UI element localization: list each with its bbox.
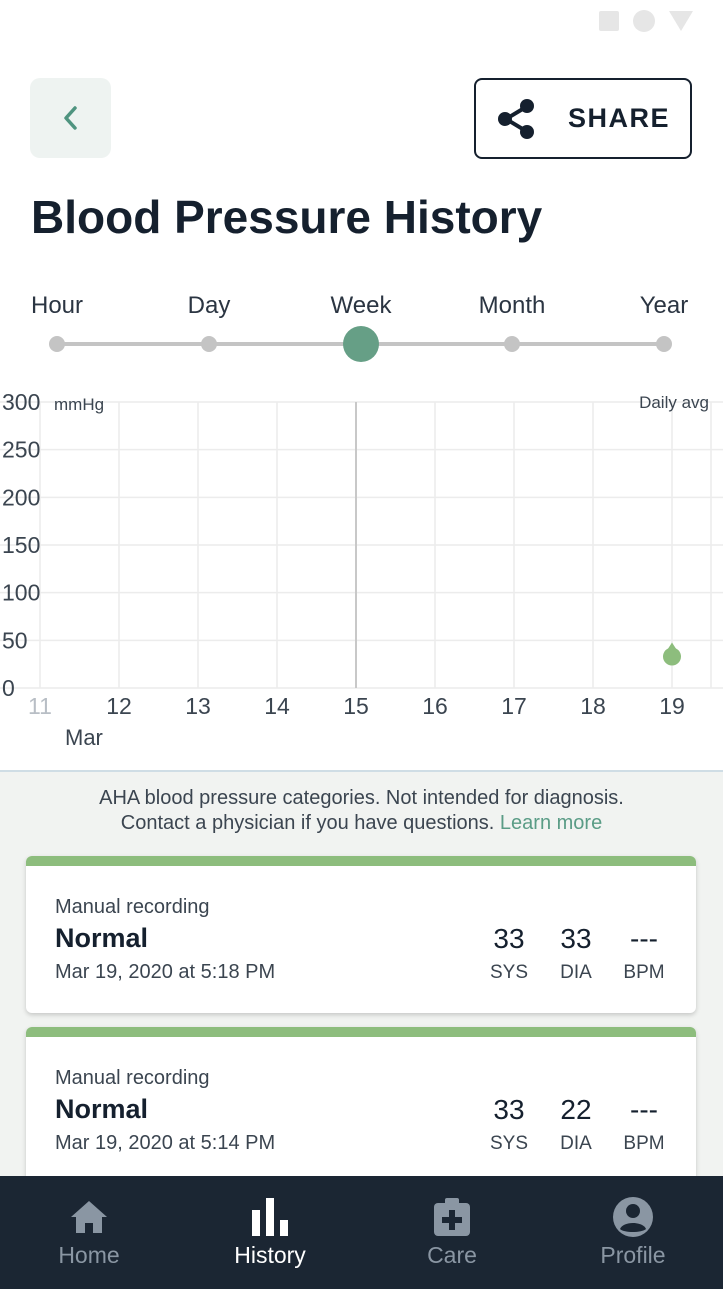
bpm-label: BPM <box>623 1133 665 1154</box>
bp-chart: 300 250 200 150 100 50 0 11 12 13 14 15 16 17 18 19 mm… <box>0 389 723 750</box>
nav-label-care: Care <box>427 1242 477 1268</box>
chart-grid <box>0 401 723 689</box>
y-tick-label: 50 <box>2 627 28 653</box>
dia-label: DIA <box>560 1133 592 1154</box>
home-icon <box>71 1201 107 1233</box>
x-tick-label: 15 <box>343 693 369 719</box>
chart-x-ticks: 11 12 13 14 15 16 17 18 19 <box>28 693 685 719</box>
aha-disclaimer-line2: Contact a physician if you have question… <box>0 811 723 836</box>
nav-label-home: Home <box>58 1242 120 1268</box>
range-label-week[interactable]: Week <box>331 292 392 320</box>
bpm-label: BPM <box>623 962 665 983</box>
reading-category: Normal <box>55 1094 149 1124</box>
reading-source: Manual recording <box>55 1067 210 1089</box>
x-tick-label: 19 <box>659 693 685 719</box>
bpm-value: --- <box>630 1094 658 1125</box>
x-tick-label: 16 <box>422 693 448 719</box>
reading-date: Mar 19, 2020 at 5:18 PM <box>55 961 276 983</box>
category-color-bar <box>26 856 696 866</box>
share-label: SHARE <box>568 103 671 133</box>
category-color-bar <box>26 1027 696 1037</box>
sys-value: 33 <box>493 1094 525 1125</box>
reading-card[interactable]: Manual recording Normal Mar 19, 2020 at … <box>26 1027 696 1197</box>
chart-y-ticks: 300 250 200 150 100 50 0 <box>2 389 40 701</box>
y-tick-label: 150 <box>2 532 40 558</box>
triangle-icon <box>669 11 693 31</box>
sys-value: 33 <box>493 923 525 954</box>
reading-date: Mar 19, 2020 at 5:14 PM <box>55 1132 276 1154</box>
x-tick-label: 13 <box>185 693 211 719</box>
chart-unit-label: mmHg <box>54 395 104 414</box>
range-label-hour[interactable]: Hour <box>31 292 83 320</box>
nav-item-profile[interactable]: Profile <box>543 1176 723 1289</box>
x-tick-label: 14 <box>264 693 290 719</box>
history-chart-icon <box>252 1198 288 1236</box>
status-bar <box>599 10 693 32</box>
range-stop-day[interactable] <box>201 336 217 352</box>
sys-label: SYS <box>489 1133 529 1154</box>
chart-mode-label: Daily avg <box>639 393 709 412</box>
nav-label-profile: Profile <box>600 1242 666 1268</box>
aha-disclaimer: AHA blood pressure categories. Not inten… <box>0 786 723 836</box>
range-stop-month[interactable] <box>504 336 520 352</box>
page-title: Blood Pressure History <box>31 191 543 243</box>
bp-reading-point[interactable] <box>663 642 681 666</box>
sys-label: SYS <box>489 962 529 983</box>
y-tick-label: 300 <box>2 389 40 415</box>
x-tick-label: 11 <box>28 693 52 719</box>
dia-value: 22 <box>560 1094 592 1125</box>
learn-more-link[interactable]: Learn more <box>500 812 602 834</box>
y-tick-label: 200 <box>2 484 40 510</box>
care-kit-icon <box>434 1198 470 1236</box>
nav-item-history[interactable]: History <box>180 1176 360 1289</box>
x-tick-label: 18 <box>580 693 606 719</box>
reading-category: Normal <box>55 923 149 953</box>
x-tick-label: 12 <box>106 693 132 719</box>
aha-disclaimer-line1: AHA blood pressure categories. Not inten… <box>99 787 624 809</box>
chart-points <box>663 642 681 666</box>
back-button[interactable] <box>30 78 111 158</box>
range-slider-thumb[interactable] <box>343 326 379 362</box>
range-label-day[interactable]: Day <box>188 292 231 320</box>
nav-item-home[interactable]: Home <box>0 1176 179 1289</box>
y-tick-label: 100 <box>2 580 40 606</box>
x-tick-label: 17 <box>501 693 527 719</box>
range-stop-hour[interactable] <box>49 336 65 352</box>
range-stop-year[interactable] <box>656 336 672 352</box>
aha-disclaimer-text: Contact a physician if you have question… <box>120 812 495 834</box>
y-tick-label: 250 <box>2 437 40 463</box>
reading-source: Manual recording <box>55 896 210 918</box>
share-icon <box>498 98 534 139</box>
nav-item-care[interactable]: Care <box>362 1176 542 1289</box>
nav-label-history: History <box>234 1242 306 1268</box>
circle-icon <box>633 10 655 32</box>
share-button[interactable]: SHARE <box>474 78 692 159</box>
dia-label: DIA <box>560 962 592 983</box>
y-tick-label: 0 <box>2 675 15 701</box>
bpm-value: --- <box>630 923 658 954</box>
profile-icon <box>613 1197 653 1237</box>
reading-card[interactable]: Manual recording Normal Mar 19, 2020 at … <box>26 856 696 1013</box>
chart-month-label: Mar <box>65 725 103 750</box>
square-icon <box>599 11 619 31</box>
chevron-left-icon <box>63 106 77 130</box>
range-label-month[interactable]: Month <box>479 292 546 320</box>
dia-value: 33 <box>560 923 592 954</box>
range-label-year[interactable]: Year <box>640 292 689 320</box>
